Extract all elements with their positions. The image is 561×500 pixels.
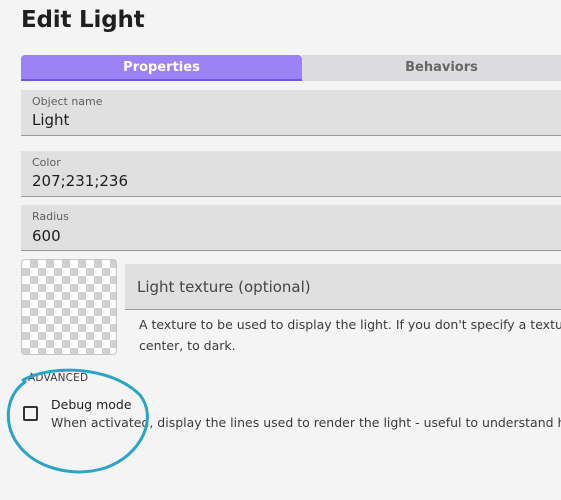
radius-field[interactable]: Radius 600 <box>21 205 561 251</box>
color-field[interactable]: Color 207;231;236 <box>21 151 561 197</box>
texture-help-line-2: center, to dark. <box>139 338 236 353</box>
light-texture-placeholder: Light texture (optional) <box>137 278 311 296</box>
advanced-section-header: ADVANCED <box>28 372 89 384</box>
texture-help-text: A texture to be used to display the ligh… <box>139 314 561 356</box>
color-label: Color <box>32 156 61 169</box>
tab-bar: Properties Behaviors <box>21 55 561 81</box>
object-name-value: Light <box>32 111 70 129</box>
texture-thumbnail[interactable] <box>21 259 117 355</box>
object-name-field[interactable]: Object name Light <box>21 90 561 136</box>
color-value: 207;231;236 <box>32 172 128 190</box>
radius-label: Radius <box>32 210 69 223</box>
debug-mode-description: When activated, display the lines used t… <box>51 415 561 430</box>
debug-mode-checkbox[interactable] <box>23 406 38 421</box>
tab-properties[interactable]: Properties <box>21 55 302 81</box>
debug-mode-label[interactable]: Debug mode <box>51 397 132 412</box>
tab-behaviors[interactable]: Behaviors <box>302 55 561 81</box>
texture-help-line-1: A texture to be used to display the ligh… <box>139 317 561 332</box>
radius-value: 600 <box>32 227 61 245</box>
object-name-label: Object name <box>32 95 103 108</box>
dialog-title: Edit Light <box>21 7 145 33</box>
light-texture-field[interactable]: Light texture (optional) <box>125 264 561 310</box>
